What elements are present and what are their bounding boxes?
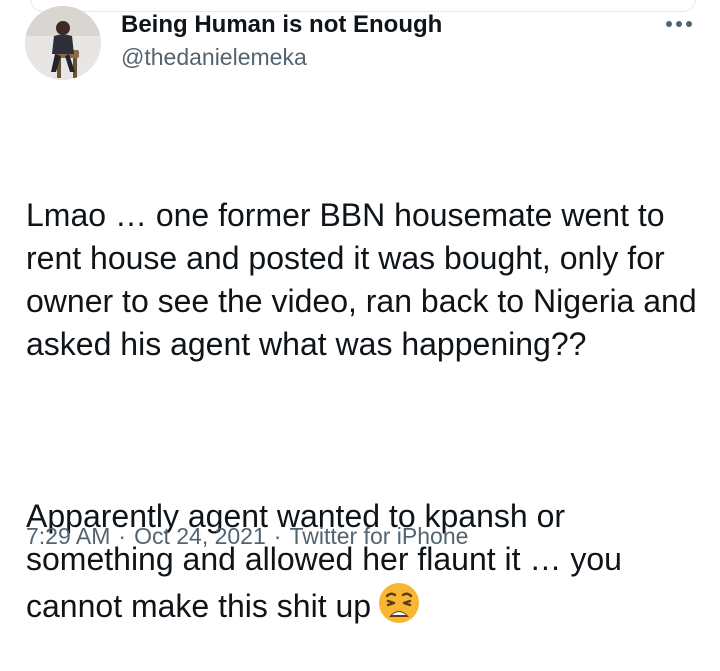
tweet-text: Lmao … one former BBN housemate went to … <box>26 108 706 671</box>
tweet-paragraph: Lmao … one former BBN housemate went to … <box>26 197 706 362</box>
avatar[interactable] <box>25 6 101 80</box>
separator: · <box>118 523 127 549</box>
more-options-button[interactable] <box>662 12 698 36</box>
tweet-date[interactable]: Oct 24, 2021 <box>134 523 266 549</box>
tweet-paragraph: Apparently agent wanted to kpansh or som… <box>26 495 706 628</box>
weary-face-emoji <box>377 581 421 625</box>
tweet-paragraph-text: Apparently agent wanted to kpansh or som… <box>26 498 631 624</box>
tweet-metadata: 7:29 AM · Oct 24, 2021 · Twitter for iPhone <box>26 521 468 551</box>
tweet-source[interactable]: Twitter for iPhone <box>289 523 468 549</box>
tweet-time[interactable]: 7:29 AM <box>26 523 110 549</box>
user-handle[interactable]: @thedanielemeka <box>121 43 307 71</box>
display-name[interactable]: Being Human is not Enough <box>121 11 442 39</box>
separator: · <box>273 523 282 549</box>
more-horizontal-icon <box>666 21 692 27</box>
